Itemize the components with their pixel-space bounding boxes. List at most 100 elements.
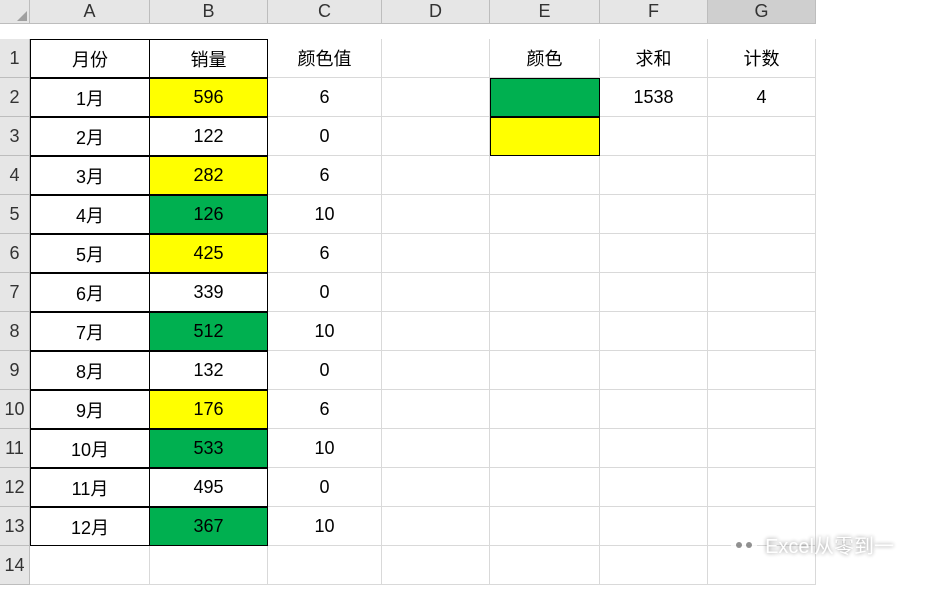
cell-G8[interactable] — [708, 312, 816, 351]
cell-E12[interactable] — [490, 468, 600, 507]
cell-A10[interactable]: 9月 — [30, 390, 150, 429]
cell-A13[interactable]: 12月 — [30, 507, 150, 546]
cell-C9[interactable]: 0 — [268, 351, 382, 390]
cell-A2[interactable]: 1月 — [30, 78, 150, 117]
cell-A14[interactable] — [30, 546, 150, 585]
cell-C13[interactable]: 10 — [268, 507, 382, 546]
cell-C5[interactable]: 10 — [268, 195, 382, 234]
cell-C3[interactable]: 0 — [268, 117, 382, 156]
cell-F10[interactable] — [600, 390, 708, 429]
col-header-F[interactable]: F — [600, 0, 708, 24]
cell-A6[interactable]: 5月 — [30, 234, 150, 273]
cell-E3[interactable] — [490, 117, 600, 156]
cell-A5[interactable]: 4月 — [30, 195, 150, 234]
row-header-1[interactable]: 1 — [0, 39, 30, 78]
cell-F9[interactable] — [600, 351, 708, 390]
cell-G9[interactable] — [708, 351, 816, 390]
cell-G4[interactable] — [708, 156, 816, 195]
cell-F12[interactable] — [600, 468, 708, 507]
cell-F2[interactable]: 1538 — [600, 78, 708, 117]
select-all-corner[interactable] — [0, 0, 30, 24]
col-header-C[interactable]: C — [268, 0, 382, 24]
cell-G5[interactable] — [708, 195, 816, 234]
row-header-12[interactable]: 12 — [0, 468, 30, 507]
cell-C10[interactable]: 6 — [268, 390, 382, 429]
cell-A7[interactable]: 6月 — [30, 273, 150, 312]
row-header-3[interactable]: 3 — [0, 117, 30, 156]
row-header-13[interactable]: 13 — [0, 507, 30, 546]
cell-F8[interactable] — [600, 312, 708, 351]
cell-F5[interactable] — [600, 195, 708, 234]
col-header-E[interactable]: E — [490, 0, 600, 24]
cell-G1[interactable]: 计数 — [708, 39, 816, 78]
cell-B7[interactable]: 339 — [150, 273, 268, 312]
cell-F7[interactable] — [600, 273, 708, 312]
cell-E11[interactable] — [490, 429, 600, 468]
cell-D14[interactable] — [382, 546, 490, 585]
cell-E7[interactable] — [490, 273, 600, 312]
row-header-14[interactable]: 14 — [0, 546, 30, 585]
cell-E5[interactable] — [490, 195, 600, 234]
row-header-11[interactable]: 11 — [0, 429, 30, 468]
cell-F6[interactable] — [600, 234, 708, 273]
row-header-4[interactable]: 4 — [0, 156, 30, 195]
cell-D11[interactable] — [382, 429, 490, 468]
cell-A1[interactable]: 月份 — [30, 39, 150, 78]
cell-B6[interactable]: 425 — [150, 234, 268, 273]
row-header-7[interactable]: 7 — [0, 273, 30, 312]
cell-D9[interactable] — [382, 351, 490, 390]
cell-D1[interactable] — [382, 39, 490, 78]
col-header-G[interactable]: G — [708, 0, 816, 24]
row-header-5[interactable]: 5 — [0, 195, 30, 234]
cell-G6[interactable] — [708, 234, 816, 273]
cell-C7[interactable]: 0 — [268, 273, 382, 312]
cell-A12[interactable]: 11月 — [30, 468, 150, 507]
cell-G10[interactable] — [708, 390, 816, 429]
cell-B1[interactable]: 销量 — [150, 39, 268, 78]
row-header-10[interactable]: 10 — [0, 390, 30, 429]
cell-C12[interactable]: 0 — [268, 468, 382, 507]
cell-D10[interactable] — [382, 390, 490, 429]
cell-B8[interactable]: 512 — [150, 312, 268, 351]
row-header-8[interactable]: 8 — [0, 312, 30, 351]
cell-A4[interactable]: 3月 — [30, 156, 150, 195]
cell-D2[interactable] — [382, 78, 490, 117]
cell-G3[interactable] — [708, 117, 816, 156]
cell-F13[interactable] — [600, 507, 708, 546]
cell-C1[interactable]: 颜色值 — [268, 39, 382, 78]
cell-E14[interactable] — [490, 546, 600, 585]
cell-G12[interactable] — [708, 468, 816, 507]
cell-E2[interactable] — [490, 78, 600, 117]
cell-B10[interactable]: 176 — [150, 390, 268, 429]
cell-D3[interactable] — [382, 117, 490, 156]
cell-E6[interactable] — [490, 234, 600, 273]
cell-F14[interactable] — [600, 546, 708, 585]
col-header-B[interactable]: B — [150, 0, 268, 24]
cell-B9[interactable]: 132 — [150, 351, 268, 390]
col-header-A[interactable]: A — [30, 0, 150, 24]
row-header-6[interactable]: 6 — [0, 234, 30, 273]
cell-C4[interactable]: 6 — [268, 156, 382, 195]
cell-E4[interactable] — [490, 156, 600, 195]
cell-C14[interactable] — [268, 546, 382, 585]
cell-A9[interactable]: 8月 — [30, 351, 150, 390]
cell-F3[interactable] — [600, 117, 708, 156]
cell-D12[interactable] — [382, 468, 490, 507]
cell-E8[interactable] — [490, 312, 600, 351]
cell-D4[interactable] — [382, 156, 490, 195]
cell-B14[interactable] — [150, 546, 268, 585]
cell-A11[interactable]: 10月 — [30, 429, 150, 468]
cell-G7[interactable] — [708, 273, 816, 312]
cell-E9[interactable] — [490, 351, 600, 390]
cell-F11[interactable] — [600, 429, 708, 468]
row-header-2[interactable]: 2 — [0, 78, 30, 117]
cell-B4[interactable]: 282 — [150, 156, 268, 195]
cell-D5[interactable] — [382, 195, 490, 234]
cell-E13[interactable] — [490, 507, 600, 546]
cell-G2[interactable]: 4 — [708, 78, 816, 117]
cell-F4[interactable] — [600, 156, 708, 195]
cell-C11[interactable]: 10 — [268, 429, 382, 468]
cell-D6[interactable] — [382, 234, 490, 273]
cell-A8[interactable]: 7月 — [30, 312, 150, 351]
cell-B11[interactable]: 533 — [150, 429, 268, 468]
